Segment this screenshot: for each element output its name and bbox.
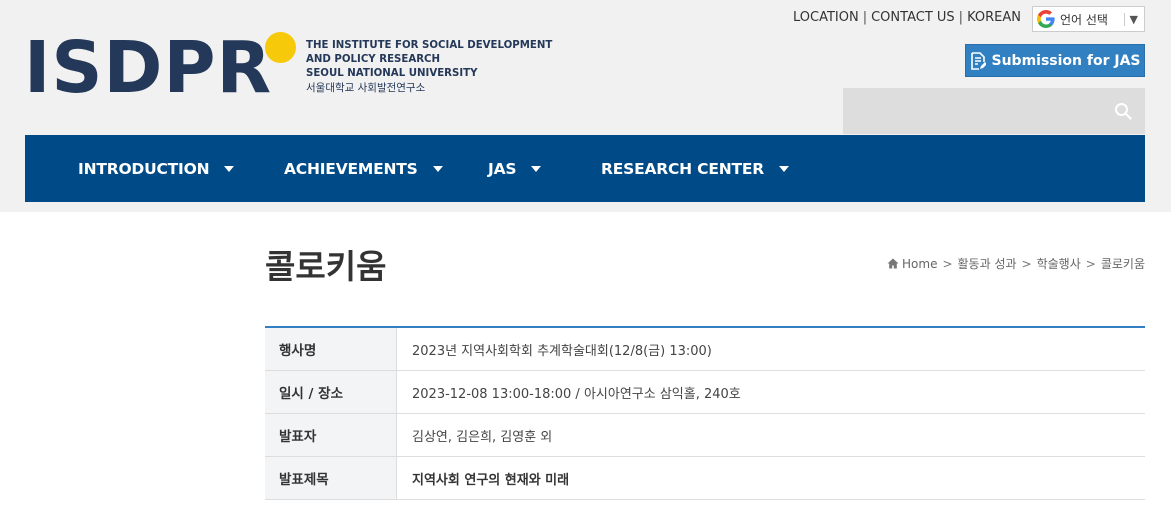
row-value-presenters: 김상연, 김은희, 김영훈 외 (412, 429, 553, 445)
row-value-event-name: 2023년 지역사회학회 추계학술대회(12/8(금) 13:00) (412, 343, 712, 359)
row-label-event-name: 행사명 (265, 328, 397, 370)
table-row: 행사명 2023년 지역사회학회 추계학술대회(12/8(금) 13:00) (265, 328, 1145, 371)
nav-achievements-label: ACHIEVEMENTS (284, 159, 418, 178)
caret-down-icon (778, 165, 789, 172)
table-row: 발표자 김상연, 김은희, 김영훈 외 (265, 414, 1145, 457)
logo-subtitle-line-2: AND POLICY RESEARCH (306, 54, 441, 65)
logo-subtitle-korean: 서울대학교 사회발전연구소 (306, 82, 426, 94)
language-select[interactable]: 언어 선택 ▼ (1032, 6, 1145, 32)
home-icon (887, 258, 899, 269)
logo-subtitle-line-1: THE INSTITUTE FOR SOCIAL DEVELOPMENT (306, 40, 553, 51)
breadcrumb-home[interactable]: Home (902, 257, 937, 271)
korean-link[interactable]: KOREAN (967, 10, 1021, 25)
row-label-presenters: 발표자 (265, 414, 397, 456)
caret-down-icon (432, 165, 443, 172)
submission-jas-button[interactable]: Submission for JAS (965, 44, 1145, 77)
logo-subtitle: THE INSTITUTE FOR SOCIAL DEVELOPMENT AND… (306, 39, 552, 95)
breadcrumb-academic-events[interactable]: 학술행사 (1037, 255, 1081, 272)
row-label-datetime-place: 일시 / 장소 (265, 371, 397, 413)
google-icon (1037, 10, 1055, 28)
language-select-label: 언어 선택 (1060, 12, 1108, 27)
submission-jas-label: Submission for JAS (991, 52, 1141, 69)
document-edit-icon (970, 51, 986, 70)
row-value-datetime-place: 2023-12-08 13:00-18:00 / 아시아연구소 삼익홀, 240… (412, 386, 741, 402)
nav-jas-label: JAS (488, 159, 517, 178)
row-value-presentation-title: 지역사회 연구의 현재와 미래 (412, 472, 570, 488)
nav-jas[interactable]: JAS (488, 135, 542, 202)
event-detail-table: 행사명 2023년 지역사회학회 추계학술대회(12/8(금) 13:00) 일… (265, 326, 1145, 500)
dropdown-arrow-icon: ▼ (1123, 12, 1138, 26)
row-label-presentation-title: 발표제목 (265, 457, 397, 499)
logo-dot (265, 32, 296, 63)
nav-research-center[interactable]: RESEARCH CENTER (601, 135, 789, 202)
table-row: 일시 / 장소 2023-12-08 13:00-18:00 / 아시아연구소 … (265, 371, 1145, 414)
breadcrumb-activities[interactable]: 활동과 성과 (958, 255, 1017, 272)
caret-down-icon (224, 165, 235, 172)
logo-wordmark: ISDPR (24, 26, 273, 109)
location-link[interactable]: LOCATION (793, 10, 859, 25)
utility-links: LOCATION | CONTACT US | KOREAN (793, 10, 1021, 25)
search-input[interactable] (843, 88, 1145, 134)
breadcrumb-colloquium[interactable]: 콜로키움 (1101, 255, 1145, 272)
nav-introduction[interactable]: INTRODUCTION (78, 135, 235, 202)
main-navigation: INTRODUCTION ACHIEVEMENTS JAS RESEARCH C… (25, 135, 1145, 202)
contact-link[interactable]: CONTACT US (871, 10, 955, 25)
page-title: 콜로키움 (265, 247, 387, 286)
site-header: ISDPR THE INSTITUTE FOR SOCIAL DEVELOPME… (0, 0, 1171, 212)
nav-introduction-label: INTRODUCTION (78, 159, 210, 178)
nav-achievements[interactable]: ACHIEVEMENTS (284, 135, 443, 202)
nav-research-center-label: RESEARCH CENTER (601, 159, 764, 178)
search-icon[interactable] (1114, 102, 1132, 120)
caret-down-icon (531, 165, 542, 172)
logo-subtitle-line-3: SEOUL NATIONAL UNIVERSITY (306, 68, 478, 79)
breadcrumb: Home > 활동과 성과 > 학술행사 > 콜로키움 (887, 255, 1145, 272)
table-row: 발표제목 지역사회 연구의 현재와 미래 (265, 457, 1145, 500)
